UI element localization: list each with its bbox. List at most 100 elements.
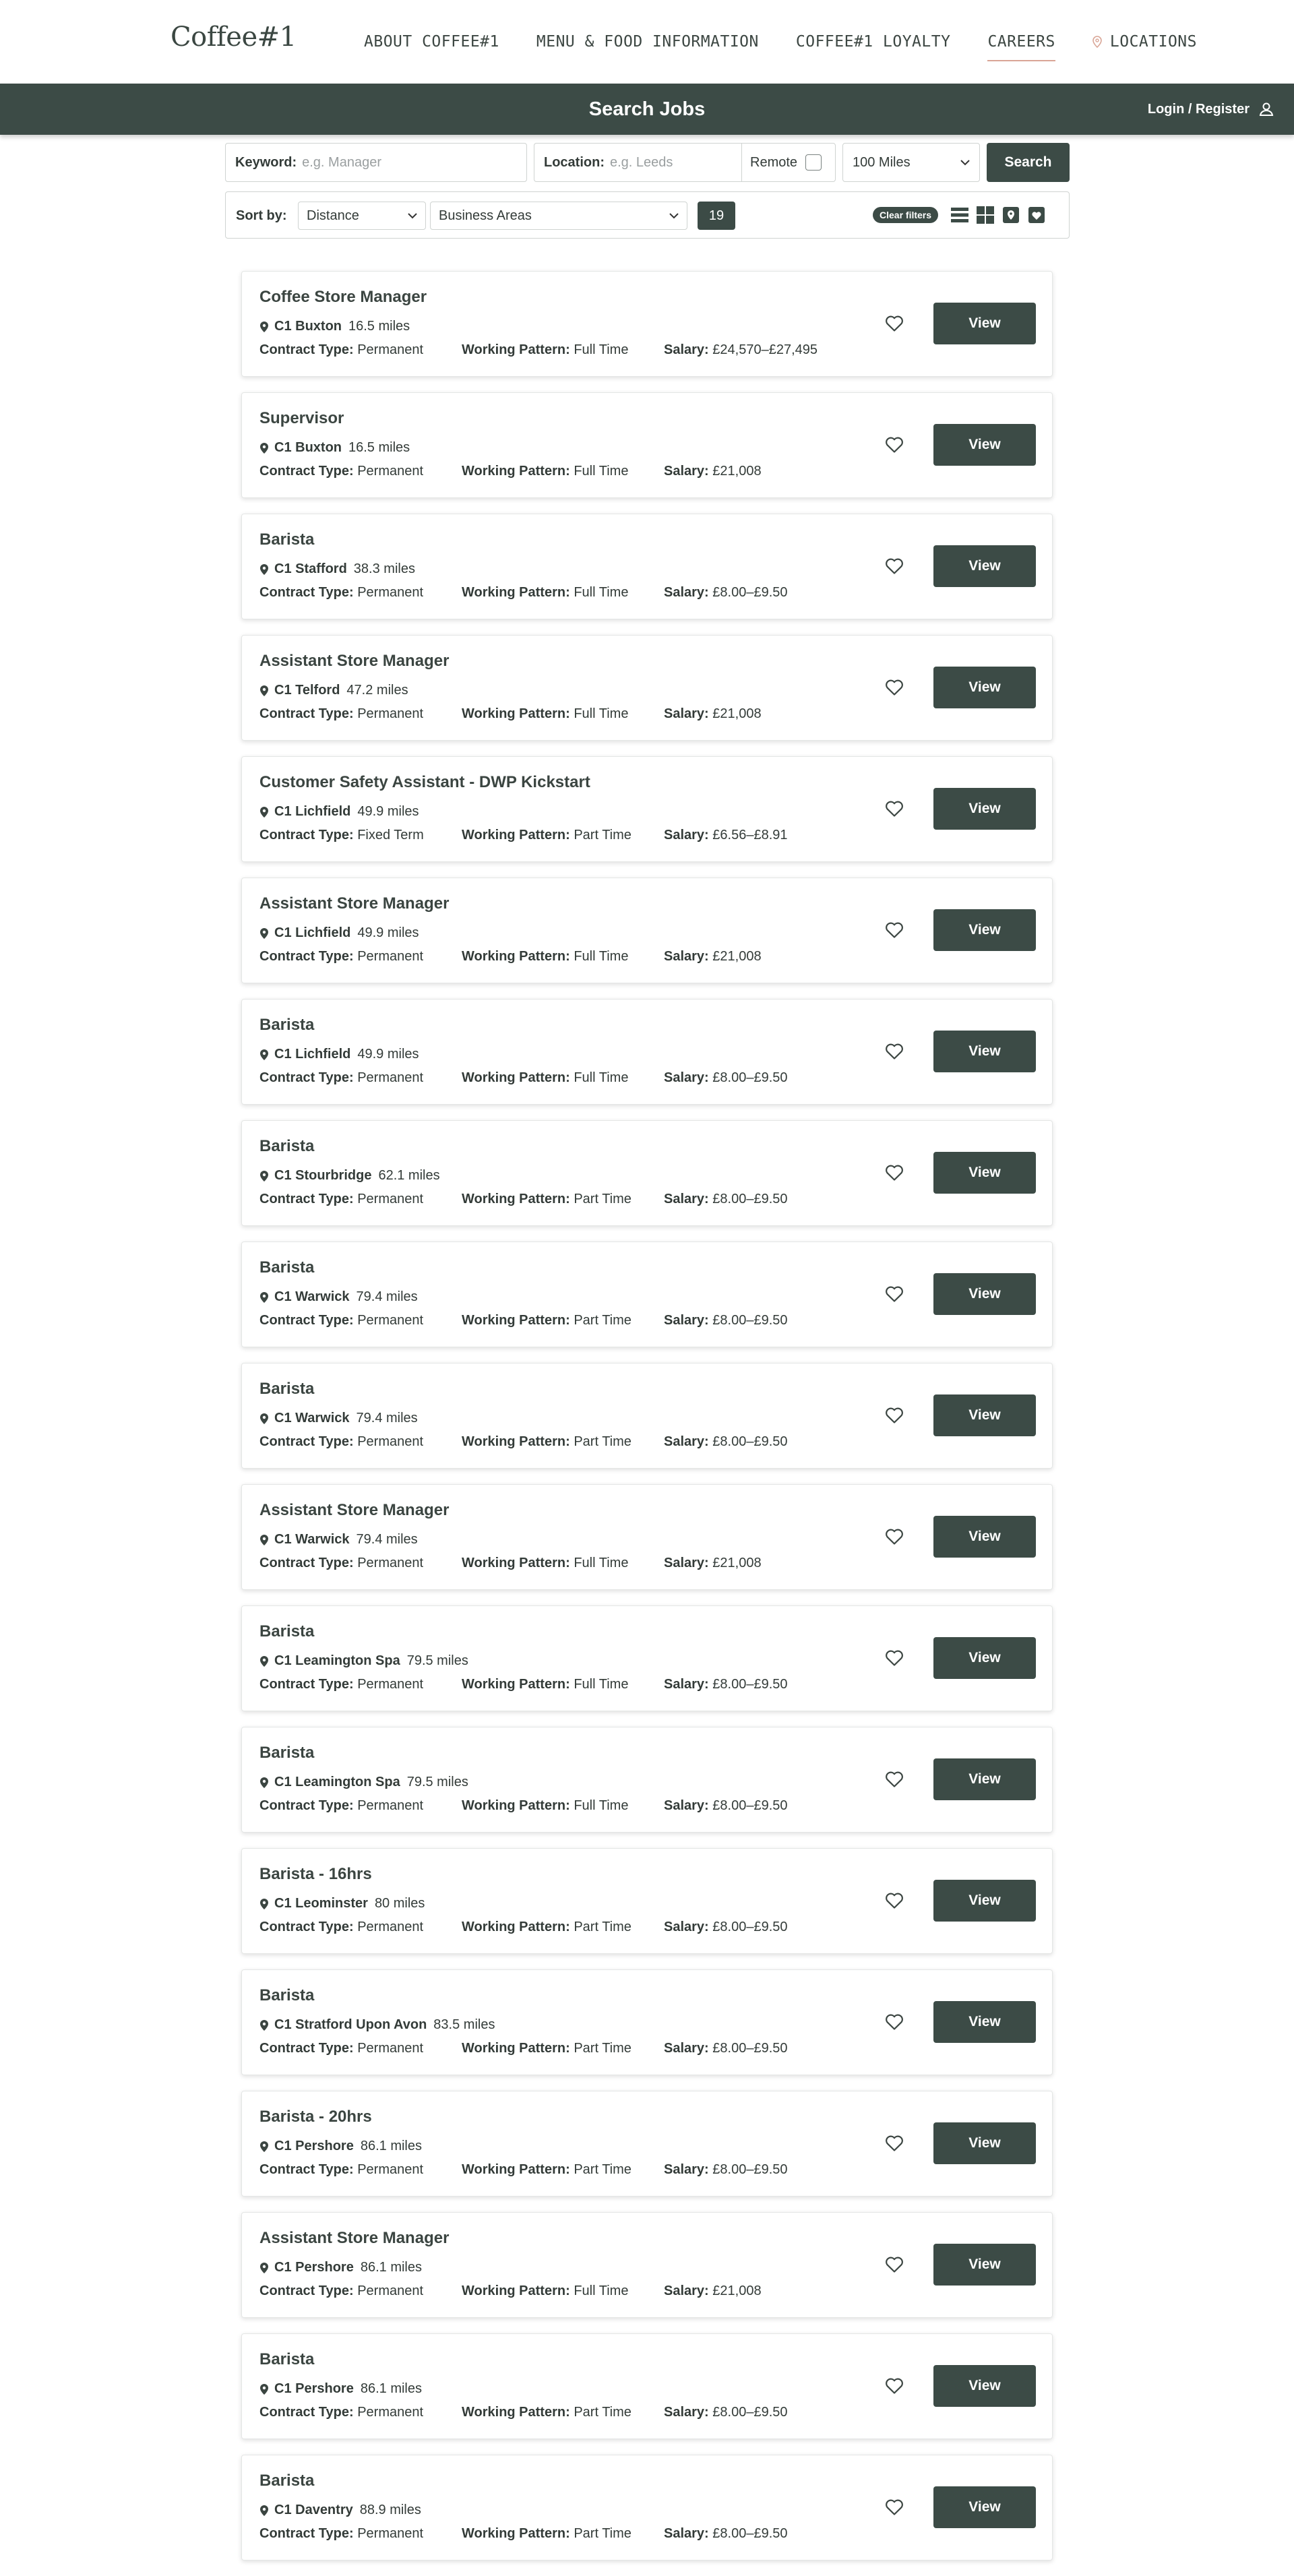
job-location: C1 Warwick 79.4 miles [259, 1411, 418, 1426]
heart-icon[interactable] [885, 2256, 904, 2273]
grid-view-icon[interactable] [975, 205, 995, 225]
search-button[interactable]: Search [987, 143, 1070, 182]
login-register-button[interactable]: Login / Register [1148, 84, 1274, 135]
heart-icon[interactable] [885, 1771, 904, 1788]
working-pattern-value: Full Time [574, 2283, 629, 2298]
job-distance: 79.5 miles [406, 1653, 468, 1668]
heart-icon[interactable] [885, 1528, 904, 1545]
salary-label: Salary: [664, 1313, 709, 1328]
nav-item-careers[interactable]: CAREERS [987, 33, 1056, 61]
job-distance: 83.5 miles [433, 2017, 495, 2032]
nav-item-locations[interactable]: LOCATIONS [1092, 33, 1197, 51]
business-areas-select[interactable]: Business Areas [430, 202, 687, 230]
remote-filter[interactable]: Remote [741, 143, 836, 182]
heart-icon[interactable] [885, 315, 904, 332]
sort-select[interactable]: Distance [298, 202, 426, 230]
location-input[interactable] [610, 154, 732, 171]
store-name: C1 Daventry [274, 2503, 353, 2517]
view-job-button[interactable]: View [933, 2001, 1036, 2043]
view-job-button[interactable]: View [933, 424, 1036, 466]
job-title[interactable]: Barista [259, 1258, 314, 1277]
store-name: C1 Leamington Spa [274, 1653, 400, 1668]
view-job-button[interactable]: View [933, 667, 1036, 708]
job-title[interactable]: Barista [259, 1622, 314, 1641]
heart-icon[interactable] [885, 1285, 904, 1303]
logo[interactable]: Coffee#1 [171, 22, 297, 53]
map-view-icon[interactable] [1001, 205, 1021, 225]
heart-icon[interactable] [885, 1892, 904, 1909]
heart-icon[interactable] [885, 436, 904, 454]
view-job-button[interactable]: View [933, 1880, 1036, 1922]
view-job-button[interactable]: View [933, 1273, 1036, 1315]
keyword-input[interactable] [302, 154, 517, 171]
working-pattern-value: Part Time [574, 1920, 631, 1934]
job-title[interactable]: Assistant Store Manager [259, 894, 449, 913]
view-job-button[interactable]: View [933, 1152, 1036, 1194]
contract-type: Contract Type: Permanent [259, 2162, 423, 2178]
saved-jobs-icon[interactable] [1026, 205, 1047, 225]
heart-icon[interactable] [885, 2135, 904, 2152]
view-job-button[interactable]: View [933, 1031, 1036, 1072]
job-distance: 49.9 miles [357, 1047, 419, 1062]
view-job-button[interactable]: View [933, 303, 1036, 344]
remote-checkbox[interactable] [805, 154, 822, 171]
job-title[interactable]: Assistant Store Manager [259, 652, 449, 671]
job-title[interactable]: Barista - 16hrs [259, 1865, 372, 1884]
job-card: Assistant Store Manager C1 Warwick 79.4 … [241, 1484, 1053, 1590]
view-job-button[interactable]: View [933, 2122, 1036, 2164]
heart-icon[interactable] [885, 2013, 904, 2031]
contract-type-value: Permanent [357, 464, 424, 479]
heart-icon[interactable] [885, 557, 904, 575]
job-distance: 16.5 miles [348, 440, 410, 455]
salary-label: Salary: [664, 1920, 709, 1934]
job-title[interactable]: Barista [259, 1137, 314, 1156]
view-job-button[interactable]: View [933, 2365, 1036, 2407]
job-title[interactable]: Supervisor [259, 409, 344, 428]
job-title[interactable]: Assistant Store Manager [259, 2229, 449, 2248]
job-title[interactable]: Coffee Store Manager [259, 288, 427, 307]
heart-icon[interactable] [885, 1164, 904, 1182]
view-job-button[interactable]: View [933, 2244, 1036, 2286]
heart-icon[interactable] [885, 2377, 904, 2395]
working-pattern-label: Working Pattern: [462, 1192, 570, 1206]
nav-item-loyalty[interactable]: COFFEE#1 LOYALTY [796, 33, 951, 51]
contract-type-value: Permanent [357, 585, 424, 600]
heart-icon[interactable] [885, 921, 904, 939]
clear-filters-button[interactable]: Clear filters [873, 207, 939, 223]
heart-icon[interactable] [885, 1043, 904, 1060]
heart-icon[interactable] [885, 679, 904, 696]
view-job-button[interactable]: View [933, 909, 1036, 951]
contract-type-label: Contract Type: [259, 464, 354, 479]
job-title[interactable]: Barista [259, 1380, 314, 1399]
view-job-button[interactable]: View [933, 2486, 1036, 2528]
view-job-button[interactable]: View [933, 1516, 1036, 1558]
view-job-button[interactable]: View [933, 545, 1036, 587]
job-title[interactable]: Assistant Store Manager [259, 1501, 449, 1520]
view-job-button[interactable]: View [933, 1637, 1036, 1679]
job-title[interactable]: Barista [259, 1016, 314, 1035]
job-title[interactable]: Barista [259, 2472, 314, 2490]
job-title[interactable]: Barista - 20hrs [259, 2108, 372, 2126]
heart-icon[interactable] [885, 1407, 904, 1424]
working-pattern: Working Pattern: Part Time [462, 2041, 631, 2056]
nav-item-menu[interactable]: MENU & FOOD INFORMATION [536, 33, 759, 51]
job-title[interactable]: Barista [259, 530, 314, 549]
job-distance: 86.1 miles [360, 2260, 422, 2275]
list-view-icon[interactable] [950, 205, 970, 225]
job-title[interactable]: Barista [259, 2350, 314, 2369]
contract-type: Contract Type: Permanent [259, 1070, 423, 1086]
view-job-button[interactable]: View [933, 1394, 1036, 1436]
location-field[interactable]: Location: [534, 143, 741, 182]
keyword-field[interactable]: Keyword: [225, 143, 527, 182]
job-title[interactable]: Customer Safety Assistant - DWP Kickstar… [259, 773, 590, 792]
job-title[interactable]: Barista [259, 1744, 314, 1762]
distance-select[interactable]: 100 Miles [842, 143, 980, 182]
job-title[interactable]: Barista [259, 1986, 314, 2005]
heart-icon[interactable] [885, 1649, 904, 1667]
job-location: C1 Pershore 86.1 miles [259, 2139, 422, 2154]
heart-icon[interactable] [885, 800, 904, 818]
view-job-button[interactable]: View [933, 1758, 1036, 1800]
view-job-button[interactable]: View [933, 788, 1036, 830]
nav-item-about[interactable]: ABOUT COFFEE#1 [364, 33, 499, 51]
heart-icon[interactable] [885, 2498, 904, 2516]
